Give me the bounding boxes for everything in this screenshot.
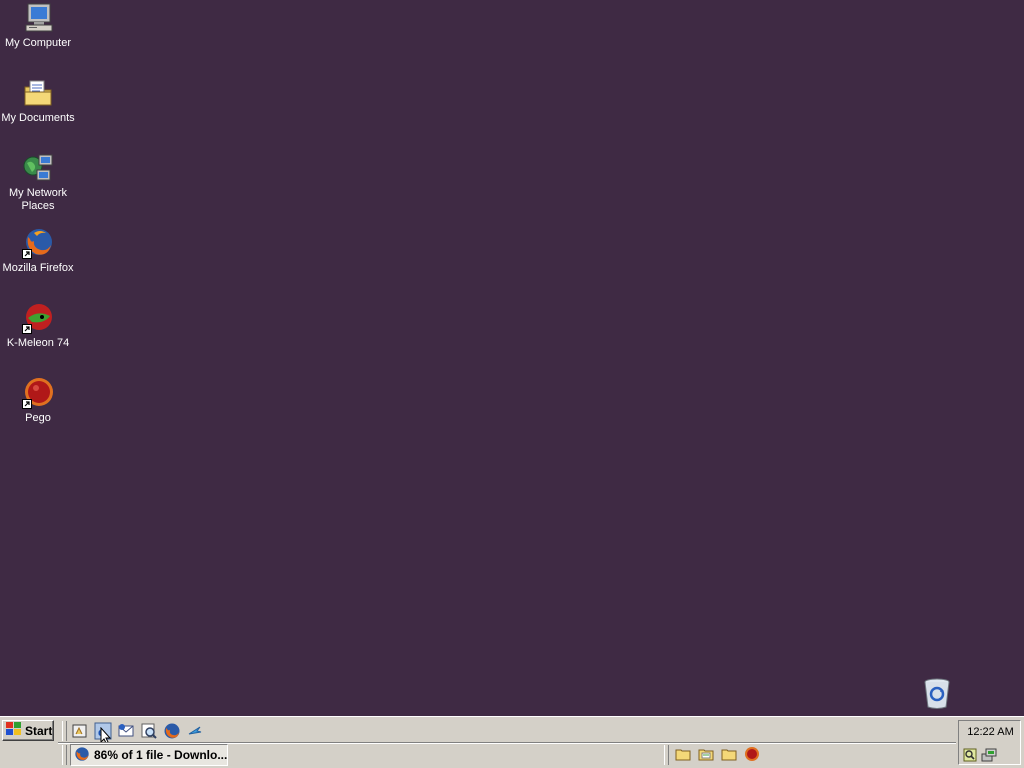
shortcut-arrow-icon — [22, 324, 32, 334]
search-icon[interactable] — [140, 722, 158, 740]
desktop-icon-label: K-Meleon 74 — [6, 337, 70, 349]
shortcut-arrow-icon — [22, 399, 32, 409]
firefox-icon[interactable] — [163, 722, 181, 740]
desktop-icon-my-network-places[interactable]: My Network Places — [0, 152, 76, 213]
task-button-label: 86% of 1 file - Downlo... — [94, 748, 228, 762]
shortcut-arrow-icon — [22, 249, 32, 259]
recycle-bin-icon[interactable] — [922, 676, 952, 710]
kmeleon-icon — [22, 302, 54, 334]
firefox-icon — [74, 746, 90, 765]
tray-toolbar-grip[interactable] — [664, 745, 669, 765]
firefox-icon — [22, 227, 54, 259]
folder-documents-icon[interactable] — [698, 746, 714, 762]
desktop-icon-label: My Computer — [4, 37, 72, 49]
desktop-icon-pego[interactable]: Pego — [0, 377, 76, 425]
show-desktop-icon[interactable] — [71, 722, 89, 740]
toolbar-grip[interactable] — [62, 721, 67, 741]
clock[interactable]: 12:22 AM — [959, 726, 1022, 738]
folder-icon[interactable] — [721, 746, 737, 762]
desktop-icon-k-meleon[interactable]: K-Meleon 74 — [0, 302, 76, 350]
folder-icon[interactable] — [675, 746, 691, 762]
desktop[interactable]: My Computer My Documents My Network Plac… — [0, 0, 1024, 716]
desktop-icon-mozilla-firefox[interactable]: Mozilla Firefox — [0, 227, 76, 275]
network-icon — [22, 152, 54, 184]
desktop-icon-label: Pego — [25, 412, 51, 424]
start-button[interactable]: Start — [2, 720, 54, 741]
search-tray-icon[interactable] — [963, 748, 977, 762]
network-tray-icon[interactable] — [981, 748, 997, 762]
start-label: Start — [25, 723, 53, 738]
desktop-icon-my-documents[interactable]: My Documents — [0, 77, 76, 125]
folder-documents-icon — [22, 77, 54, 109]
desktop-icon-label: My Documents — [1, 112, 75, 124]
task-area-grip[interactable] — [62, 745, 67, 765]
task-button-download[interactable]: 86% of 1 file - Downlo... — [70, 744, 228, 766]
computer-icon — [22, 2, 54, 34]
desktop-icon-my-computer[interactable]: My Computer — [0, 2, 76, 50]
system-tray: 12:22 AM — [958, 720, 1021, 765]
pego-icon — [22, 377, 54, 409]
desktop-icon-label: My Network Places — [8, 187, 68, 212]
desktop-icon-label: Mozilla Firefox — [2, 262, 74, 274]
pego-icon[interactable] — [744, 746, 760, 762]
arrow-icon[interactable] — [186, 722, 204, 740]
outlook-express-icon[interactable] — [117, 722, 135, 740]
taskbar: Start e — [0, 716, 1024, 768]
windows-logo-icon — [6, 722, 22, 739]
